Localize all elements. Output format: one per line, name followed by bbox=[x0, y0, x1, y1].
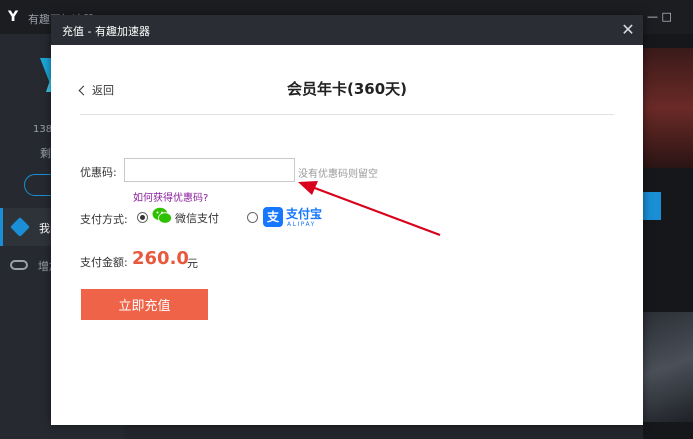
alipay-sublabel: ALIPAY bbox=[287, 221, 316, 228]
coupon-hint: 没有优惠码则留空 bbox=[298, 169, 378, 180]
amount-label: 支付金额: bbox=[80, 256, 128, 269]
coupon-help-link[interactable]: 如何获得优惠码? bbox=[133, 189, 208, 204]
wechat-pay-label[interactable]: 微信支付 bbox=[175, 210, 219, 226]
app-logo-icon: Y bbox=[8, 9, 19, 25]
plan-title: 会员年卡(360天) bbox=[286, 80, 408, 98]
chevron-left-icon bbox=[78, 85, 89, 95]
close-icon[interactable]: ✕ bbox=[619, 21, 637, 39]
back-button[interactable]: 返回 bbox=[78, 82, 114, 98]
coupon-label: 优惠码: bbox=[80, 166, 117, 179]
alipay-label[interactable]: 支付宝 bbox=[286, 205, 322, 222]
divider bbox=[80, 114, 614, 115]
amount-value: 260.0 bbox=[132, 248, 189, 269]
payment-method-label: 支付方式: bbox=[80, 213, 128, 226]
alipay-icon: 支 bbox=[263, 207, 283, 227]
account-number: 138 bbox=[33, 124, 53, 135]
background-blue-button[interactable] bbox=[643, 192, 661, 220]
wechat-icon bbox=[152, 207, 172, 224]
amount-unit: 元 bbox=[187, 257, 198, 270]
alipay-radio[interactable] bbox=[247, 212, 258, 223]
back-label: 返回 bbox=[92, 84, 114, 97]
game-banner-image bbox=[643, 48, 693, 168]
gamepad-icon bbox=[10, 260, 28, 270]
remaining-label: 剩 bbox=[40, 147, 51, 160]
dialog-title: 充值 - 有趣加速器 bbox=[62, 25, 150, 38]
dialog-titlebar: 充值 - 有趣加速器 ✕ bbox=[51, 15, 643, 45]
rocket-icon bbox=[10, 217, 30, 237]
recharge-now-button[interactable]: 立即充值 bbox=[81, 289, 208, 320]
game-banner-image-2 bbox=[643, 312, 693, 422]
recharge-dialog: 充值 - 有趣加速器 ✕ 返回 会员年卡(360天) 优惠码: 没有优惠码则留空… bbox=[51, 15, 643, 425]
wechat-pay-radio[interactable] bbox=[137, 212, 148, 223]
background-window-controls[interactable]: — □ bbox=[647, 10, 687, 24]
coupon-input[interactable] bbox=[124, 158, 295, 182]
